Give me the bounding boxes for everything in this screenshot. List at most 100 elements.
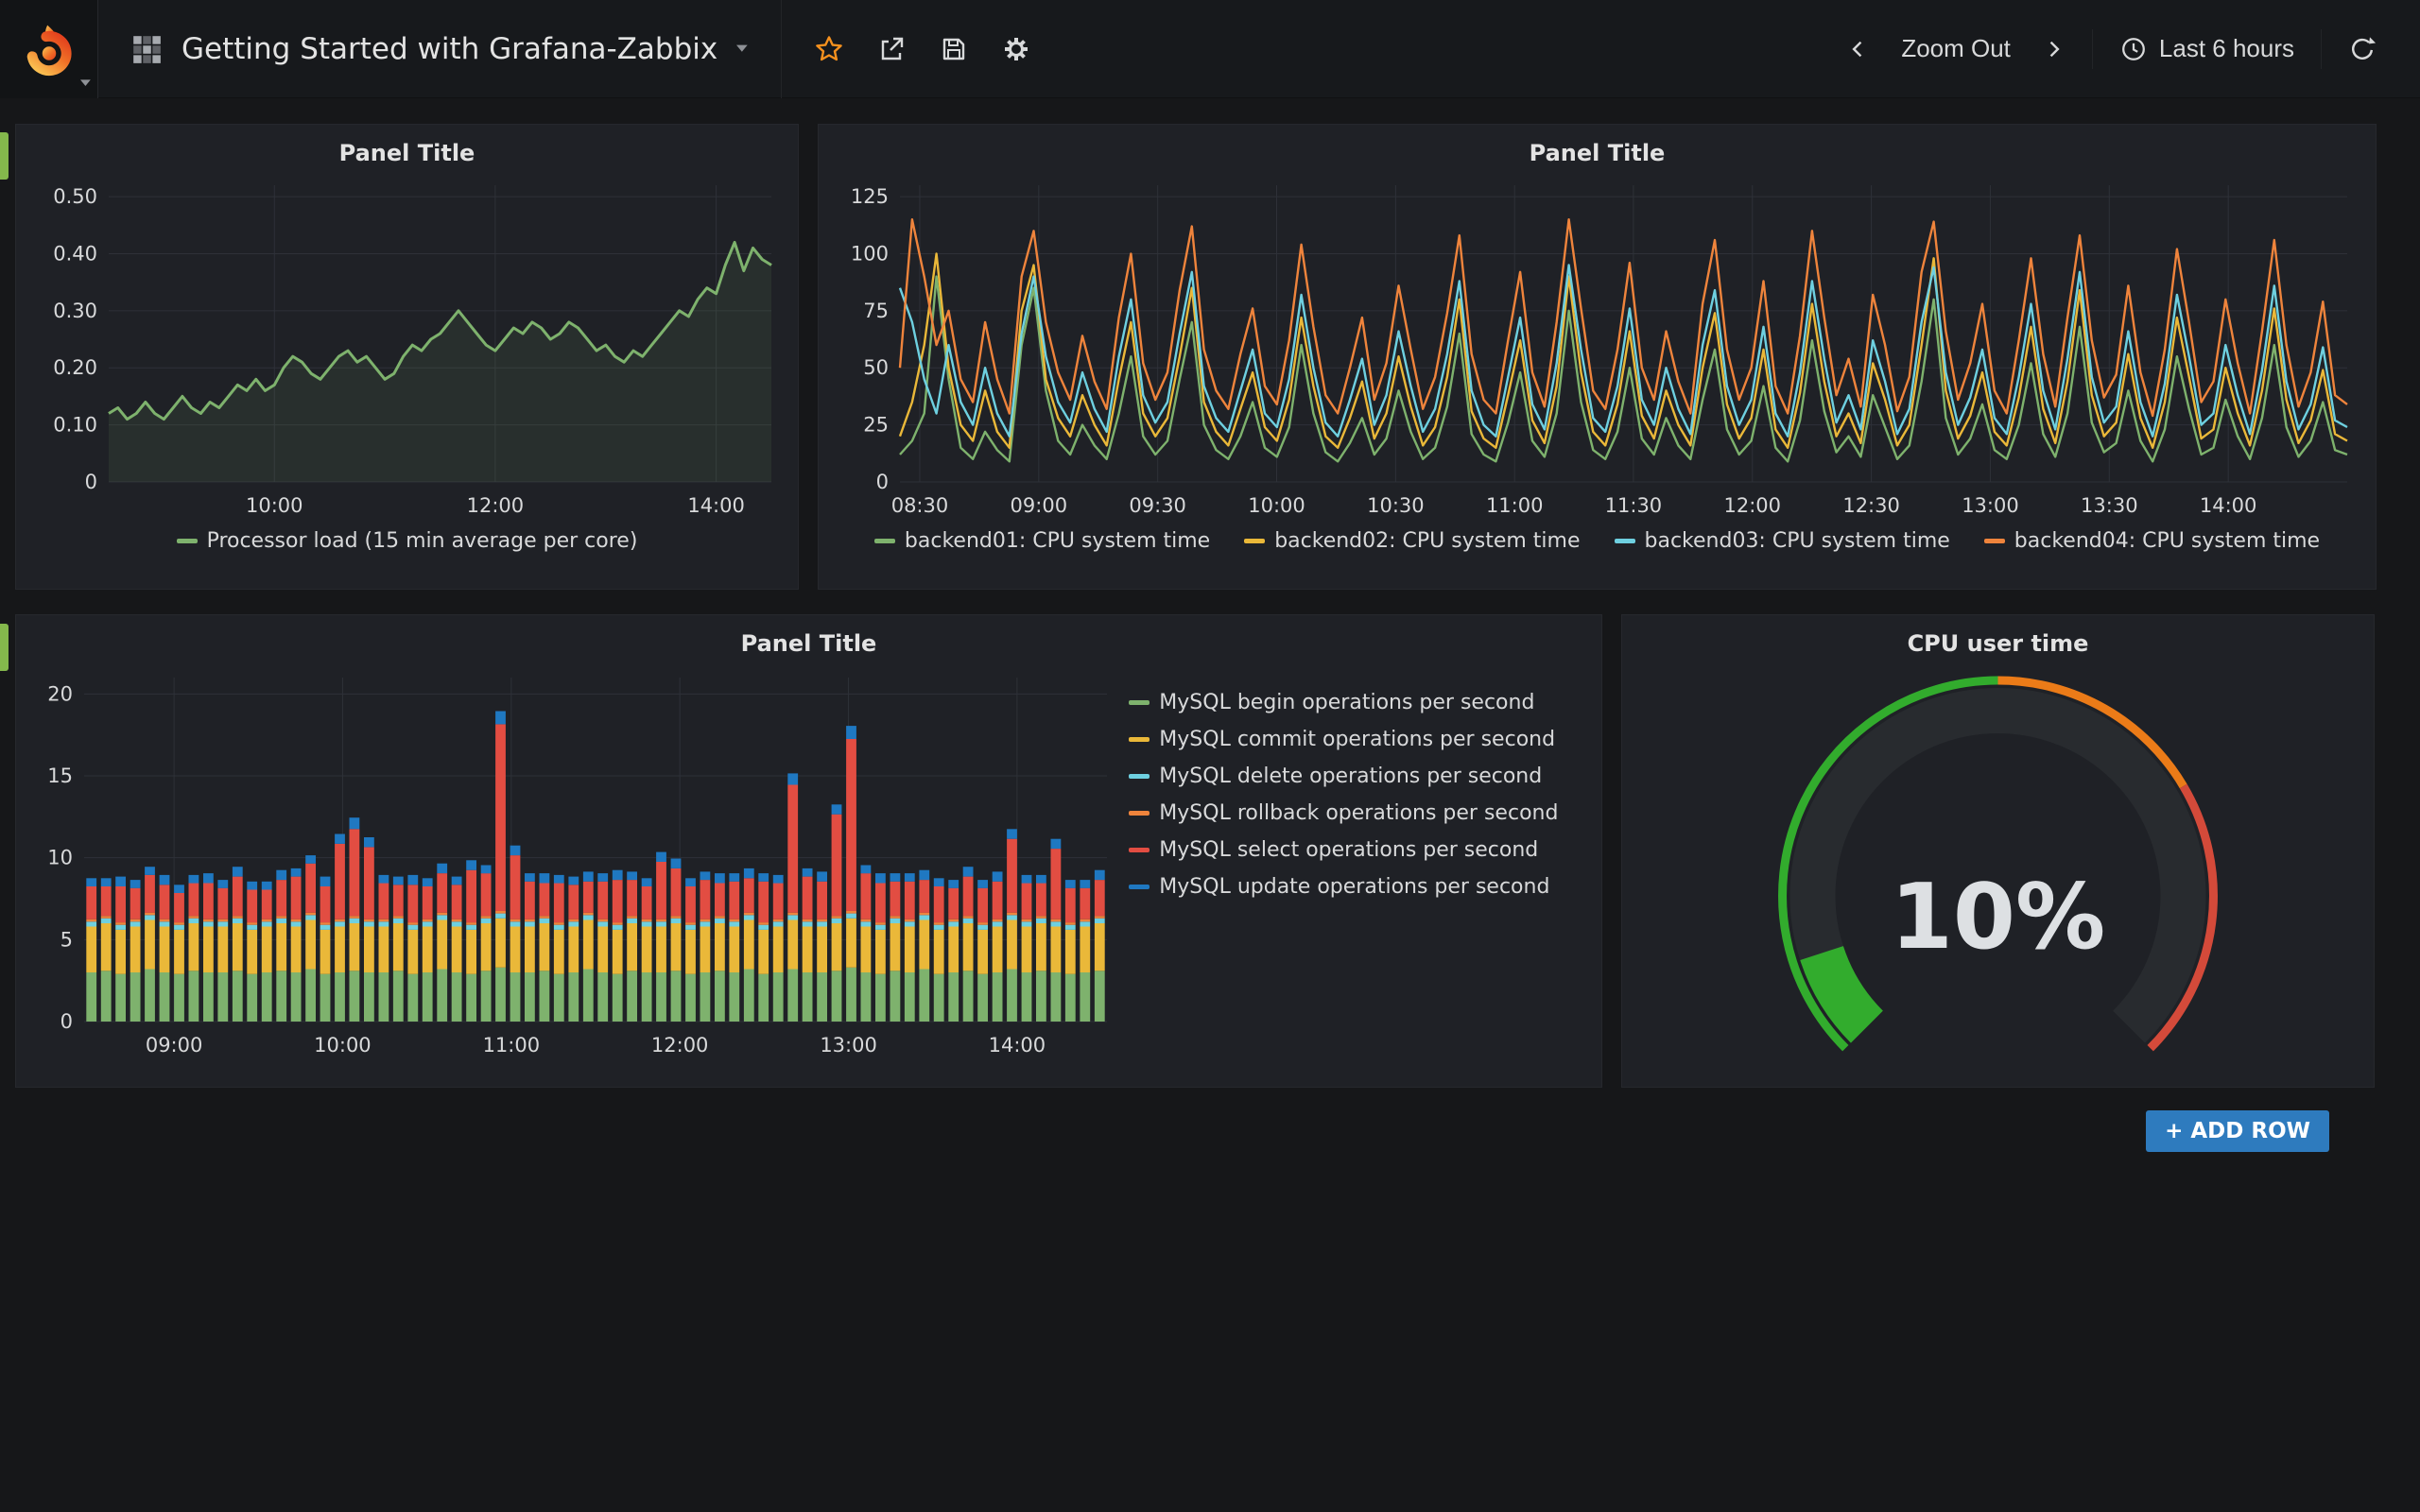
svg-text:0: 0 [876,471,889,493]
svg-text:10:30: 10:30 [1367,494,1425,517]
svg-text:14:00: 14:00 [989,1034,1046,1057]
svg-text:5: 5 [60,928,73,951]
zoom-out-left-button[interactable] [1835,27,1882,71]
svg-text:11:30: 11:30 [1605,494,1663,517]
legend-label: MySQL rollback operations per second [1159,801,1558,825]
svg-text:100: 100 [851,242,889,265]
svg-text:10:00: 10:00 [314,1034,372,1057]
legend-label: MySQL select operations per second [1159,838,1538,862]
cpu-user-time-gauge: 10% [1636,664,2360,1065]
clock-icon [2119,35,2148,63]
chevron-right-icon [2041,37,2066,61]
legend-item[interactable]: MySQL commit operations per second [1129,728,1588,751]
svg-text:15: 15 [47,765,73,787]
legend-item[interactable]: backend03: CPU system time [1615,529,1950,553]
legend-item[interactable]: MySQL begin operations per second [1129,691,1588,714]
legend-label: backend03: CPU system time [1645,529,1950,553]
star-button[interactable] [803,25,856,74]
gear-icon [1001,34,1031,64]
refresh-icon [2348,35,2377,63]
svg-text:13:00: 13:00 [1962,494,2019,517]
grafana-logo-icon [22,22,77,77]
legend-item[interactable]: backend01: CPU system time [874,529,1210,553]
svg-text:0: 0 [85,471,97,493]
legend-marker [1129,848,1150,852]
row-collapse-handle[interactable] [0,132,9,180]
panel-title[interactable]: Panel Title [29,129,785,172]
legend-marker [1129,885,1150,889]
legend-marker [1244,539,1265,543]
chart-legend: Processor load (15 min average per core) [29,524,785,562]
legend-item[interactable]: MySQL rollback operations per second [1129,801,1588,825]
panel-title[interactable]: Panel Title [832,129,2362,172]
svg-text:08:30: 08:30 [891,494,949,517]
grafana-logo-button[interactable] [0,0,98,98]
panel-title[interactable]: CPU user time [1635,619,2360,662]
zoom-out-right-button[interactable] [2030,27,2077,71]
svg-text:12:00: 12:00 [467,494,525,517]
legend-item[interactable]: Processor load (15 min average per core) [177,529,638,553]
processor-load-chart[interactable]: 10:0012:0014:0000.100.200.300.400.50 [29,172,786,524]
svg-text:10%: 10% [1891,866,2105,970]
svg-text:0.50: 0.50 [53,185,97,208]
chart-body: 09:0010:0011:0012:0013:0014:0005101520 M… [29,662,1588,1079]
share-button[interactable] [865,25,918,74]
refresh-button[interactable] [2337,26,2388,73]
navbar: Getting Started with Grafana-Zabbix [0,0,2420,98]
svg-text:10:00: 10:00 [1248,494,1305,517]
dashboard-grid: Panel Title 10:0012:0014:0000.100.200.30… [0,98,2420,1152]
legend-marker [1615,539,1635,543]
add-row-container: + ADD ROW [30,1110,2329,1152]
save-icon [939,34,969,64]
panel-cpu-user-time: CPU user time 10% [1621,614,2375,1088]
legend-marker [1129,811,1150,816]
svg-text:0.10: 0.10 [53,414,97,437]
legend-marker [177,539,198,543]
panel-cpu-system-time: Panel Title 08:3009:0009:3010:0010:3011:… [818,124,2377,590]
svg-text:13:00: 13:00 [820,1034,877,1057]
legend-item[interactable]: backend02: CPU system time [1244,529,1580,553]
time-controls: Zoom Out Last 6 hours [1835,25,2420,73]
save-button[interactable] [927,25,980,74]
svg-text:0.30: 0.30 [53,300,97,322]
svg-text:14:00: 14:00 [2200,494,2257,517]
add-row-button[interactable]: + ADD ROW [2146,1110,2329,1152]
legend-label: MySQL commit operations per second [1159,728,1555,751]
dashboard-switcher[interactable]: Getting Started with Grafana-Zabbix [98,0,781,98]
panel-title[interactable]: Panel Title [29,619,1588,662]
plus-icon: + [2165,1119,2183,1143]
dashboard-row-1: Panel Title 10:0012:0014:0000.100.200.30… [15,124,2375,590]
legend-item[interactable]: MySQL update operations per second [1129,875,1588,899]
svg-text:0: 0 [60,1010,73,1033]
chart-legend: backend01: CPU system time backend02: CPU… [832,524,2362,562]
legend-label: MySQL begin operations per second [1159,691,1534,714]
row-collapse-handle[interactable] [0,624,9,671]
legend-marker [874,539,895,543]
svg-text:10:00: 10:00 [246,494,303,517]
cpu-system-time-chart[interactable]: 08:3009:0009:3010:0010:3011:0011:3012:00… [832,172,2362,524]
svg-text:11:00: 11:00 [483,1034,541,1057]
legend-label: backend01: CPU system time [905,529,1210,553]
svg-text:20: 20 [47,682,73,705]
legend-item[interactable]: backend04: CPU system time [1984,529,2320,553]
time-range-button[interactable]: Last 6 hours [2108,25,2306,73]
caret-down-icon [736,44,749,53]
legend-item[interactable]: MySQL select operations per second [1129,838,1588,862]
legend-label: MySQL delete operations per second [1159,765,1542,788]
legend-item[interactable]: MySQL delete operations per second [1129,765,1588,788]
zoom-out-button[interactable]: Zoom Out [1890,25,2022,73]
legend-marker [1129,700,1150,705]
mysql-operations-chart[interactable]: 09:0010:0011:0012:0013:0014:0005101520 [29,662,1115,1063]
svg-text:12:00: 12:00 [1723,494,1781,517]
separator [2092,29,2093,69]
svg-text:12:00: 12:00 [651,1034,709,1057]
star-icon [814,34,844,64]
svg-text:09:30: 09:30 [1129,494,1186,517]
svg-text:0.40: 0.40 [53,242,97,265]
svg-text:09:00: 09:00 [146,1034,203,1057]
legend-label: MySQL update operations per second [1159,875,1549,899]
svg-text:11:00: 11:00 [1486,494,1544,517]
settings-button[interactable] [990,25,1043,74]
svg-text:125: 125 [851,185,889,208]
svg-text:50: 50 [863,356,889,379]
